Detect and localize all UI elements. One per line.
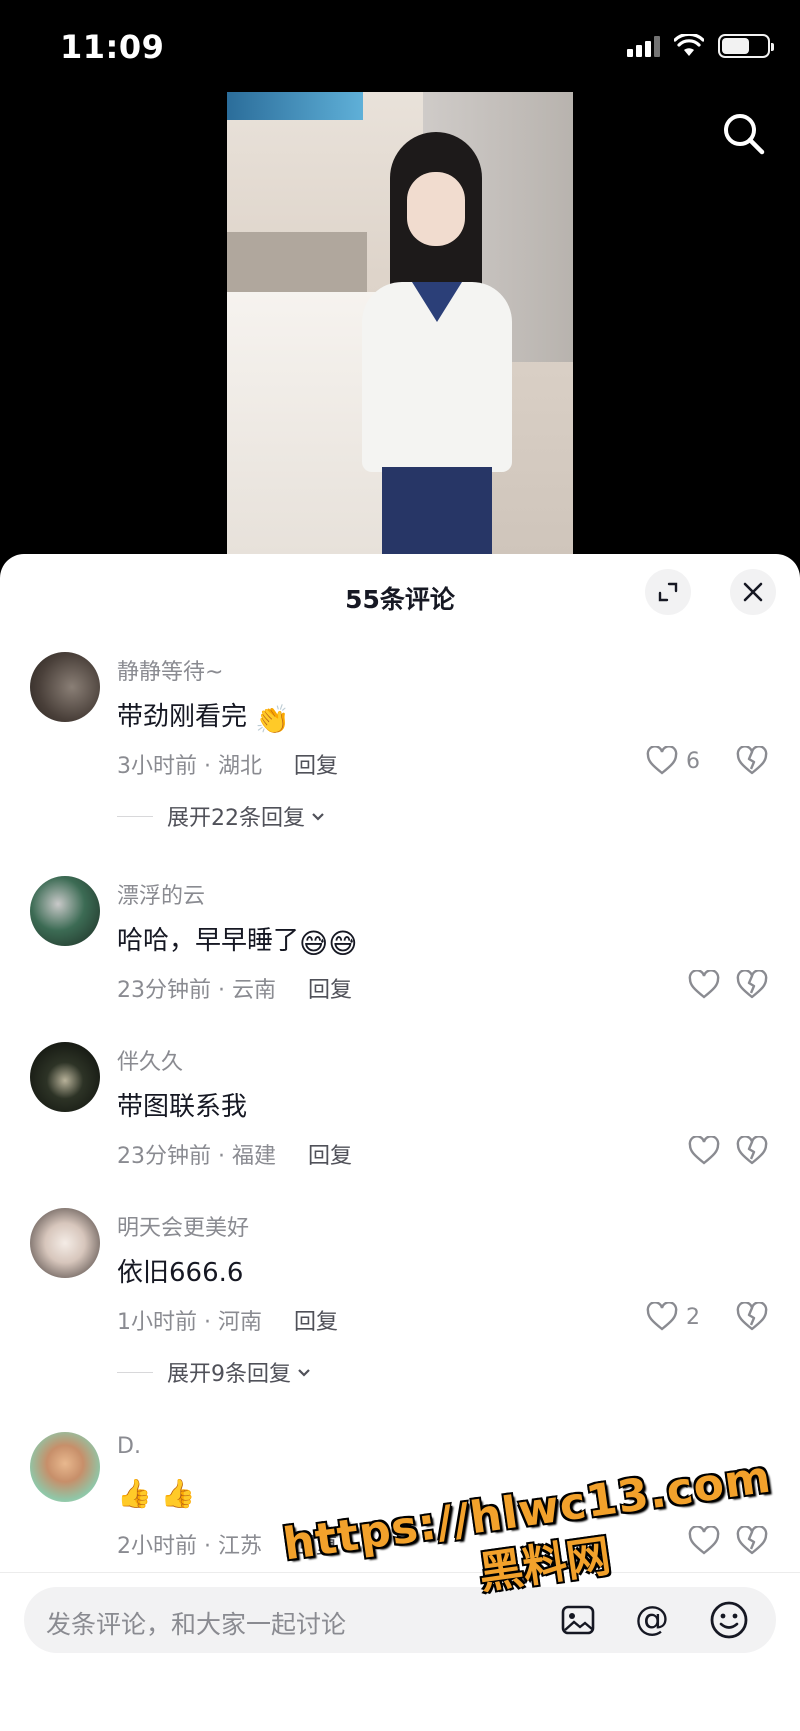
expand-replies-button[interactable]: 展开22条回复	[117, 800, 327, 832]
status-time: 11:09	[60, 28, 165, 66]
close-icon	[743, 582, 763, 602]
comment-text: 依旧666.6	[117, 1258, 244, 1288]
reply-button[interactable]: 回复	[294, 754, 338, 779]
expand-button[interactable]	[645, 569, 691, 615]
avatar[interactable]	[30, 876, 100, 946]
chevron-down-icon	[298, 1369, 310, 1377]
at-icon[interactable]: @	[630, 1598, 674, 1642]
comment-text: 带劲刚看完 👏	[117, 702, 291, 736]
heart-icon	[688, 1136, 720, 1165]
wifi-icon	[674, 34, 704, 56]
thumbs-up-emoji: 👍 👍	[117, 1477, 196, 1510]
heart-icon	[688, 970, 720, 999]
cellular-signal-icon	[627, 35, 660, 57]
emoji-icon[interactable]	[707, 1598, 751, 1642]
clap-emoji: 👏	[255, 703, 291, 736]
avatar[interactable]	[30, 1208, 100, 1278]
grin-sweat-emoji: 😅😅	[299, 927, 358, 960]
comment-text: 带图联系我	[117, 1092, 248, 1122]
avatar[interactable]	[30, 1432, 100, 1502]
expand-replies-button[interactable]: 展开9条回复	[117, 1356, 313, 1388]
chevron-down-icon	[312, 813, 324, 821]
comment-username[interactable]: 伴久久	[117, 1044, 183, 1076]
reply-button[interactable]: 回复	[308, 1144, 352, 1169]
search-icon[interactable]	[720, 110, 768, 158]
reply-button[interactable]: 回复	[308, 978, 352, 1003]
avatar[interactable]	[30, 652, 100, 722]
video-thumbnail[interactable]	[227, 92, 573, 554]
like-button[interactable]	[688, 970, 720, 1000]
like-count: 6	[686, 748, 700, 774]
expand-icon	[658, 582, 678, 602]
video-player[interactable]	[0, 92, 800, 554]
like-count: 2	[686, 1304, 700, 1330]
reply-button[interactable]: 回复	[294, 1310, 338, 1335]
comment-text: 👍 👍	[117, 1476, 196, 1510]
status-icons	[627, 34, 774, 58]
broken-heart-icon[interactable]	[736, 1136, 768, 1166]
broken-heart-icon[interactable]	[736, 970, 768, 1000]
comment-meta: 3小时前 · 湖北 回复	[117, 754, 338, 779]
image-icon[interactable]	[556, 1598, 600, 1642]
like-button[interactable]: 2	[646, 1302, 700, 1332]
comment-username[interactable]: 漂浮的云	[117, 878, 205, 910]
like-button[interactable]: 6	[646, 746, 700, 776]
svg-text:@: @	[635, 1599, 669, 1639]
comment-text: 哈哈，早早睡了😅😅	[117, 926, 358, 960]
comment-meta: 23分钟前 · 云南 回复	[117, 978, 352, 1003]
comment-meta: 23分钟前 · 福建 回复	[117, 1144, 352, 1169]
comment-meta: 1小时前 · 河南 回复	[117, 1310, 338, 1335]
avatar[interactable]	[30, 1042, 100, 1112]
battery-icon	[718, 34, 774, 58]
comment-username[interactable]: D.	[117, 1434, 141, 1459]
heart-icon	[646, 746, 678, 775]
broken-heart-icon[interactable]	[736, 1302, 768, 1332]
comment-username[interactable]: 明天会更美好	[117, 1210, 249, 1242]
like-button[interactable]	[688, 1136, 720, 1166]
comment-username[interactable]: 静静等待~	[117, 654, 223, 686]
close-button[interactable]	[730, 569, 776, 615]
status-bar: 11:09	[0, 0, 800, 92]
heart-icon	[646, 1302, 678, 1331]
broken-heart-icon[interactable]	[736, 746, 768, 776]
